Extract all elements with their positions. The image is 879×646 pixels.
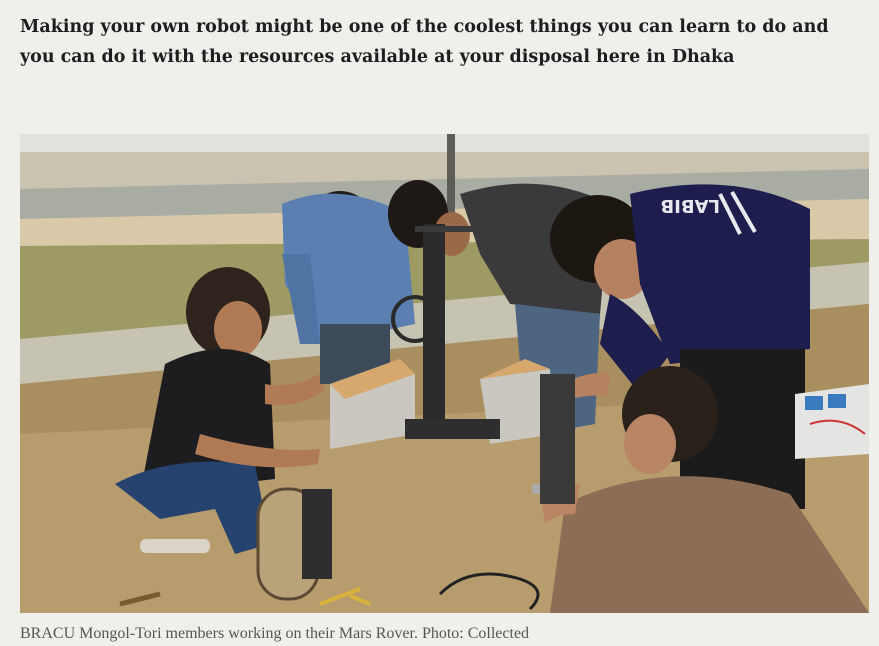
article-lead: Making your own robot might be one of th…: [20, 17, 829, 67]
article-photo: LABIB: [20, 134, 869, 613]
photo-caption: BRACU Mongol-Tori members working on the…: [20, 625, 530, 642]
jersey-text: LABIB: [660, 195, 720, 216]
